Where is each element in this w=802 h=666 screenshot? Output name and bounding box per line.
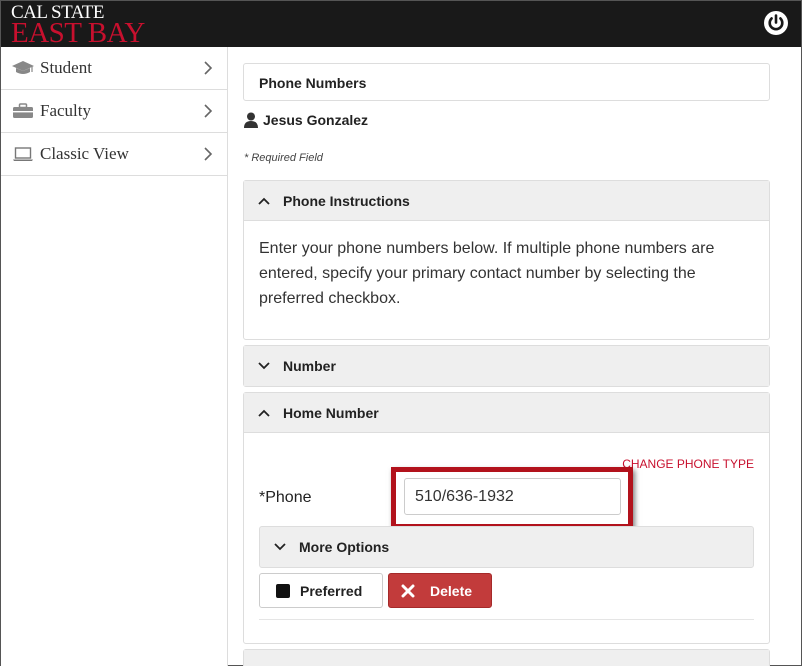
- sidebar: Student Faculty Classic View: [1, 47, 228, 666]
- more-options-header[interactable]: More Options: [259, 526, 754, 568]
- sidebar-item-label: Student: [40, 58, 92, 77]
- top-bar: CAL STATE EAST BAY: [1, 1, 801, 48]
- phone-input[interactable]: [404, 478, 621, 515]
- main-content: Phone Numbers Jesus Gonzalez * Required …: [229, 47, 801, 666]
- panel-title: Phone Instructions: [283, 192, 410, 209]
- delete-button[interactable]: Delete: [388, 573, 492, 608]
- sidebar-item-label: Faculty: [40, 101, 91, 120]
- chevron-up-icon: [258, 197, 270, 205]
- chevron-up-icon: [258, 409, 270, 417]
- phone-label: *Phone: [259, 489, 312, 506]
- delete-label: Delete: [430, 582, 473, 599]
- home-number-panel: Home Number CHANGE PHONE TYPE *Phone Mor…: [243, 392, 770, 644]
- chevron-right-icon: [204, 104, 213, 118]
- laptop-icon: [11, 145, 35, 163]
- more-options-label: More Options: [299, 539, 390, 555]
- divider: [259, 619, 754, 620]
- chevron-right-icon: [204, 147, 213, 161]
- phone-instructions-header[interactable]: Phone Instructions: [244, 181, 769, 221]
- page-title: Phone Numbers: [243, 63, 770, 101]
- preferred-button[interactable]: Preferred: [259, 573, 383, 608]
- number-header[interactable]: Number: [244, 346, 769, 386]
- sidebar-item-student[interactable]: Student: [1, 47, 227, 90]
- preferred-checkbox[interactable]: [276, 583, 290, 598]
- home-number-header[interactable]: Home Number: [244, 393, 769, 433]
- logo-line2: EAST BAY: [11, 17, 145, 49]
- sidebar-item-label: Classic View: [40, 144, 129, 163]
- user-info: Jesus Gonzalez: [244, 112, 368, 128]
- phone-instructions-panel: Phone Instructions Enter your phone numb…: [243, 180, 770, 340]
- change-phone-type-link[interactable]: CHANGE PHONE TYPE: [622, 457, 754, 471]
- close-icon: [401, 584, 415, 597]
- cal-state-east-bay-logo[interactable]: CAL STATE EAST BAY: [11, 3, 145, 48]
- next-panel-header[interactable]: [244, 650, 769, 666]
- chevron-down-icon: [274, 543, 286, 551]
- chevron-right-icon: [204, 61, 213, 75]
- sidebar-item-faculty[interactable]: Faculty: [1, 90, 227, 133]
- user-name: Jesus Gonzalez: [263, 112, 369, 128]
- required-field-note: * Required Field: [244, 152, 323, 164]
- home-number-body: CHANGE PHONE TYPE *Phone More Options Pr…: [244, 433, 769, 643]
- phone-instructions-text: Enter your phone numbers below. If multi…: [259, 240, 715, 307]
- next-panel-partial: [243, 649, 770, 666]
- briefcase-icon: [11, 102, 35, 120]
- preferred-label: Preferred: [300, 582, 363, 599]
- number-panel: Number: [243, 345, 770, 387]
- panel-title: Home Number: [283, 404, 379, 421]
- graduation-cap-icon: [11, 59, 35, 77]
- sidebar-item-classic-view[interactable]: Classic View: [1, 133, 227, 176]
- user-icon: [244, 112, 258, 128]
- panel-title: Number: [283, 358, 336, 374]
- chevron-down-icon: [258, 362, 270, 370]
- power-icon[interactable]: [763, 10, 789, 36]
